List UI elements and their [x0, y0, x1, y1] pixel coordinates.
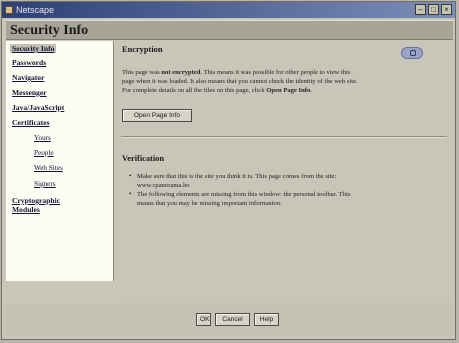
- encryption-line-3: For complete details on all the files on…: [122, 87, 312, 94]
- sidebar-subitem-people[interactable]: People: [34, 149, 54, 158]
- verification-bullet-2-line-2: means that you may be missing important …: [137, 200, 282, 207]
- sidebar-subitem-yours[interactable]: Yours: [34, 134, 51, 143]
- sidebar-item-passwords[interactable]: Passwords: [12, 58, 46, 67]
- window-controls: – □ ×: [415, 4, 452, 15]
- sidebar-item-security-info[interactable]: Security Info: [10, 44, 57, 53]
- minimize-button[interactable]: –: [415, 4, 426, 15]
- encryption-line-2: page when it was loaded. It also means t…: [122, 78, 358, 85]
- sidebar-item-crypto-line2: Modules: [12, 205, 40, 214]
- help-button[interactable]: Help: [254, 313, 279, 326]
- maximize-button[interactable]: □: [428, 4, 439, 15]
- sidebar-item-certificates[interactable]: Certificates: [12, 118, 50, 127]
- bullet-icon: •: [129, 172, 132, 180]
- open-page-info-button[interactable]: Open Page Info: [122, 109, 192, 122]
- verification-site-url: www.cpanorama.ho: [137, 182, 190, 189]
- main-content: Encryption This page was not encrypted. …: [115, 41, 453, 303]
- ok-button[interactable]: OK: [196, 313, 211, 326]
- sidebar-item-cryptographic-modules[interactable]: Cryptographic Modules: [12, 196, 60, 214]
- bullet-icon: •: [129, 190, 132, 198]
- sidebar-subitem-web-sites[interactable]: Web Sites: [34, 164, 63, 173]
- dialog-footer: OK Cancel Help: [6, 303, 453, 336]
- cancel-button[interactable]: Cancel: [215, 313, 250, 326]
- verification-title: Verification: [122, 154, 165, 163]
- page-title: Security Info: [10, 23, 89, 38]
- sidebar-subitem-signers[interactable]: Signers: [34, 180, 56, 189]
- section-divider: [121, 136, 447, 138]
- sidebar-item-messenger[interactable]: Messenger: [12, 88, 47, 97]
- close-button[interactable]: ×: [441, 4, 452, 15]
- verification-bullet-1-line-1: Make sure that this is the site you thin…: [137, 173, 337, 180]
- security-lock-icon: [401, 47, 423, 59]
- encryption-line-1: This page was not encrypted. This means …: [122, 69, 351, 76]
- netscape-app-icon: [5, 6, 13, 14]
- title-bar[interactable]: Netscape – □ ×: [2, 2, 455, 18]
- open-page-info-reference: Open Page Info: [266, 87, 311, 94]
- sidebar-item-navigator[interactable]: Navigator: [12, 73, 44, 82]
- sidebar-item-java-javascript[interactable]: Java/JavaScript: [12, 103, 64, 112]
- window-title: Netscape: [16, 5, 55, 15]
- verification-bullet-2-line-1: The following elements are missing from …: [137, 191, 351, 198]
- page-header: Security Info: [6, 20, 453, 40]
- sidebar-item-crypto-line1: Cryptographic: [12, 196, 61, 205]
- encryption-title: Encryption: [122, 45, 163, 54]
- sidebar: Security Info Passwords Navigator Messen…: [6, 41, 114, 281]
- not-encrypted-text: not encrypted: [161, 69, 201, 76]
- security-info-window: Netscape – □ × Security Info Security In…: [1, 1, 456, 340]
